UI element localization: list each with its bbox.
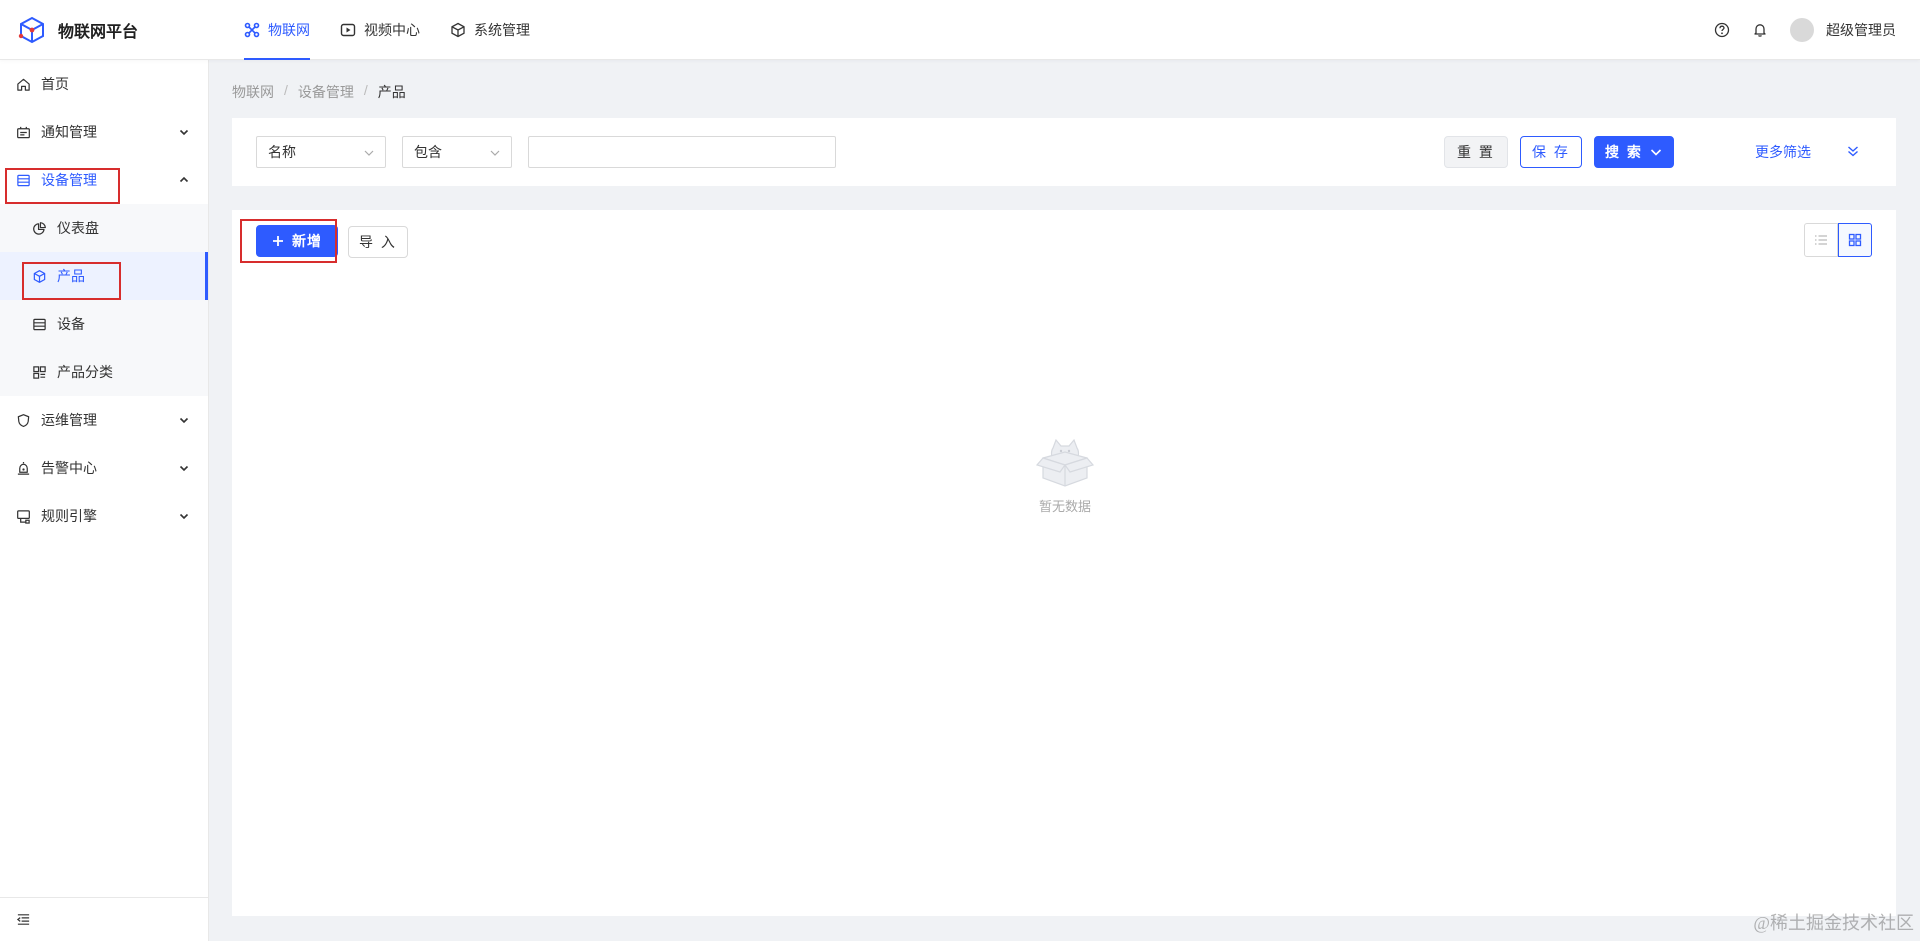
device-icon <box>16 173 31 188</box>
topnav-iot-label: 物联网 <box>268 22 310 38</box>
sidebar-item-product-label: 产品 <box>57 268 85 284</box>
notification-icon <box>16 125 31 140</box>
sidebar-item-product[interactable]: 产品 <box>0 252 208 300</box>
breadcrumb-separator: / <box>363 82 368 98</box>
breadcrumb: 物联网 / 设备管理 / 产品 <box>232 82 406 102</box>
topnav-video-center-label: 视频中心 <box>364 22 420 38</box>
top-navigation: 物联网 视频中心 系统管理 <box>232 0 548 60</box>
view-mode-toggle <box>1804 223 1872 257</box>
topnav-system-management-label: 系统管理 <box>474 22 530 38</box>
sidebar-item-product-category-label: 产品分类 <box>57 364 113 380</box>
chevron-down-icon <box>1649 145 1663 159</box>
chevron-down-icon <box>178 462 190 474</box>
sidebar-item-rule-engine[interactable]: 规则引擎 <box>0 492 208 540</box>
help-icon[interactable] <box>1714 22 1730 38</box>
app-title: 物联网平台 <box>58 24 139 41</box>
empty-state-text: 暂无数据 <box>1038 499 1091 514</box>
filter-field-select[interactable]: 名称 <box>256 136 386 168</box>
plus-icon <box>272 235 284 247</box>
topnav-iot[interactable]: 物联网 <box>232 0 322 60</box>
breadcrumb-item-device-management[interactable]: 设备管理 <box>298 82 354 102</box>
top-header: 物联网平台 物联网 视频中心 系统管理 超级管理员 <box>0 0 1920 60</box>
filter-operator-select[interactable]: 包含 <box>402 136 512 168</box>
sidebar-collapse-toggle[interactable] <box>0 897 208 941</box>
breadcrumb-item-product: 产品 <box>377 84 406 100</box>
alarm-icon <box>16 461 31 476</box>
add-button-label: 新增 <box>292 233 322 249</box>
chevron-down-icon <box>178 126 190 138</box>
bell-icon[interactable] <box>1752 22 1768 38</box>
import-button[interactable]: 导 入 <box>348 226 408 258</box>
more-filters-link[interactable]: 更多筛选 <box>1755 136 1811 168</box>
chevron-down-icon <box>178 510 190 522</box>
reset-button[interactable]: 重 置 <box>1444 136 1508 168</box>
sidebar-item-notification-label: 通知管理 <box>41 124 97 140</box>
filter-field-value: 名称 <box>268 144 296 160</box>
sidebar-item-rule-engine-label: 规则引擎 <box>41 508 97 524</box>
device-list-icon <box>32 317 47 332</box>
device-management-submenu: 仪表盘 产品 设备 产品分类 <box>0 204 208 396</box>
user-name[interactable]: 超级管理员 <box>1826 20 1896 40</box>
grid-view-icon <box>1848 233 1862 247</box>
category-grid-icon <box>32 365 47 380</box>
topnav-video-center[interactable]: 视频中心 <box>328 0 432 60</box>
sidebar-item-device[interactable]: 设备 <box>0 300 208 348</box>
sidebar-item-operations-label: 运维管理 <box>41 412 97 428</box>
chevron-down-icon <box>489 147 501 159</box>
sidebar-item-alarm-center[interactable]: 告警中心 <box>0 444 208 492</box>
header-actions: 超级管理员 <box>1692 0 1896 60</box>
sidebar-item-dashboard[interactable]: 仪表盘 <box>0 204 208 252</box>
sidebar-item-product-category[interactable]: 产品分类 <box>0 348 208 396</box>
iot-icon <box>244 22 260 38</box>
chevron-up-icon <box>178 174 190 186</box>
sidebar-item-home-label: 首页 <box>41 76 69 92</box>
avatar[interactable] <box>1790 18 1814 42</box>
sidebar-item-dashboard-label: 仪表盘 <box>57 220 99 236</box>
sidebar-item-operations[interactable]: 运维管理 <box>0 396 208 444</box>
empty-state: 暂无数据 <box>1033 434 1097 515</box>
filter-operator-value: 包含 <box>414 144 442 160</box>
sidebar-item-home[interactable]: 首页 <box>0 60 208 108</box>
sidebar-item-device-management-label: 设备管理 <box>41 172 97 188</box>
sidebar-item-notification[interactable]: 通知管理 <box>0 108 208 156</box>
product-cube-icon <box>32 269 47 284</box>
sidebar-item-device-label: 设备 <box>57 316 85 332</box>
filter-value-input[interactable] <box>528 136 836 168</box>
list-view-icon <box>1814 233 1828 247</box>
cube-logo-icon <box>18 16 46 44</box>
empty-box-icon <box>1033 434 1097 490</box>
rule-engine-icon <box>16 509 31 524</box>
watermark: @稀土掘金技术社区 <box>1753 913 1914 933</box>
chevron-down-icon <box>178 414 190 426</box>
app-logo[interactable]: 物联网平台 <box>18 16 138 44</box>
video-play-icon <box>340 22 356 38</box>
dashboard-pie-icon <box>32 221 47 236</box>
search-button-label: 搜 索 <box>1605 144 1643 160</box>
sidebar-item-device-management[interactable]: 设备管理 <box>0 156 208 204</box>
product-list-panel: 新增 导 入 暂无数据 <box>232 210 1896 916</box>
card-view-button[interactable] <box>1838 223 1872 257</box>
double-chevron-down-icon[interactable] <box>1846 144 1860 158</box>
menu-fold-icon <box>16 912 31 927</box>
topnav-system-management[interactable]: 系统管理 <box>438 0 542 60</box>
chevron-down-icon <box>363 147 375 159</box>
sidebar-item-alarm-center-label: 告警中心 <box>41 460 97 476</box>
search-button[interactable]: 搜 索 <box>1594 136 1674 168</box>
sidebar: 首页 通知管理 设备管理 仪表盘 产品 设备 产品分类 运维管理 告警中心 规则… <box>0 60 209 941</box>
breadcrumb-item-iot[interactable]: 物联网 <box>232 82 274 102</box>
shield-icon <box>16 413 31 428</box>
search-filter-bar: 名称 包含 重 置 保 存 搜 索 更多筛选 <box>232 118 1896 186</box>
home-icon <box>16 77 31 92</box>
list-view-button[interactable] <box>1804 223 1838 257</box>
system-cube-icon <box>450 22 466 38</box>
save-button[interactable]: 保 存 <box>1520 136 1582 168</box>
breadcrumb-separator: / <box>284 82 288 98</box>
add-button[interactable]: 新增 <box>256 225 338 257</box>
